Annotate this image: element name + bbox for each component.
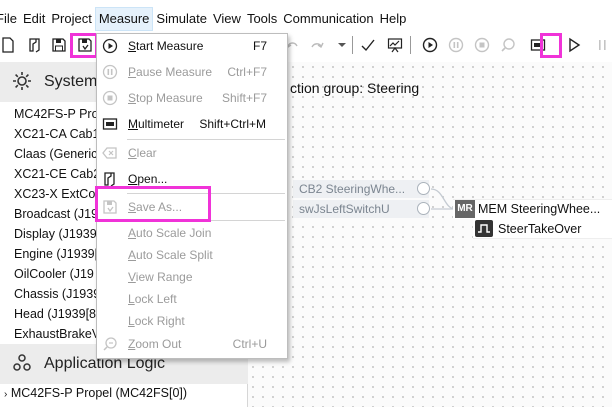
mem-node-label: MEM SteeringWhee... (478, 202, 601, 216)
menu-edit[interactable]: Edit (20, 7, 48, 31)
pause-icon[interactable] (592, 34, 612, 56)
canvas-title: ction group: Steering (290, 80, 420, 96)
start-measure-icon (102, 38, 118, 54)
menu-separator (127, 139, 285, 140)
new-file-icon[interactable] (0, 34, 19, 56)
menu-item-start-measure[interactable]: Start Measure F7 (97, 35, 287, 57)
menu-item-label: Stop Measure (128, 91, 203, 105)
device-item[interactable]: Chassis (J1939 (14, 284, 100, 304)
mr-badge: MR (455, 200, 475, 218)
menu-item-label: Clear (128, 146, 157, 160)
input-node[interactable]: CB2 SteeringWhe... (293, 180, 429, 198)
device-item[interactable]: XC21-CA Cab1 (14, 124, 99, 144)
device-item[interactable]: Display (J1939 (14, 224, 97, 244)
play-icon[interactable] (563, 34, 585, 56)
menu-item-label: Auto Scale Join (128, 226, 212, 240)
system-section-title: System (44, 73, 98, 90)
menu-item-pause-measure[interactable]: Pause Measure Ctrl+F7 (97, 61, 287, 83)
open-file-icon[interactable] (24, 34, 46, 56)
menu-item-clear[interactable]: Clear (97, 142, 287, 164)
input-node[interactable]: swJsLeftSwitchU (293, 200, 429, 218)
zoom-icon[interactable] (497, 34, 519, 56)
device-item[interactable]: Broadcast (J19 (14, 204, 98, 224)
menu-file[interactable]: File (0, 7, 20, 31)
device-item[interactable]: ExhaustBrakeV (14, 324, 100, 344)
toolbar-highlight-box-right (540, 33, 562, 58)
toolbar-separator (352, 36, 353, 54)
pause-measure-icon[interactable] (445, 34, 467, 56)
device-item[interactable]: Head (J1939[8 (14, 304, 96, 324)
menu-item-zoom-out[interactable]: Zoom Out Ctrl+U (97, 333, 287, 355)
pulse-signal-icon (475, 220, 493, 237)
menu-item-label: Lock Left (128, 292, 177, 306)
menu-item-multimeter[interactable]: Multimeter Shift+Ctrl+M (97, 113, 287, 135)
checkmark-icon[interactable] (357, 34, 379, 56)
application-logic-icon (13, 354, 31, 371)
clear-icon (102, 147, 117, 159)
dropdown-arrow-icon[interactable] (331, 34, 353, 56)
device-item[interactable]: MC42FS-P Pro (14, 104, 99, 124)
toolbar-highlight-box (70, 33, 98, 58)
open-icon (104, 172, 115, 187)
menu-item-label: Start Measure (128, 39, 204, 53)
device-item[interactable]: OilCooler (J19 (14, 264, 94, 284)
app-logic-item[interactable]: › MC42FS-P Propel (MC42FS[0]) (4, 383, 187, 403)
save-icon[interactable] (48, 34, 70, 56)
monitor-chart-icon[interactable] (384, 34, 406, 56)
menu-tools[interactable]: Tools (244, 7, 280, 31)
menu-item-stop-measure[interactable]: Stop Measure Shift+F7 (97, 87, 287, 109)
menu-item-label: Multimeter (128, 117, 185, 131)
menu-item-shortcut: Ctrl+U (232, 337, 267, 351)
tree-expander-icon[interactable]: › (4, 389, 7, 400)
menu-item-auto-scale-join[interactable]: Auto Scale Join (97, 222, 287, 244)
menu-item-label: Pause Measure (128, 65, 213, 79)
signal-node-label: SteerTakeOver (498, 222, 582, 236)
redo-icon[interactable] (306, 34, 328, 56)
save-as-highlight-box (95, 186, 211, 222)
menu-simulate[interactable]: Simulate (153, 7, 210, 31)
menu-item-label: Zoom Out (128, 337, 182, 351)
menubar: File Edit Project Measure Simulate View … (0, 0, 612, 33)
start-measure-icon[interactable] (419, 34, 441, 56)
system-gear-icon (13, 72, 31, 90)
menu-help[interactable]: Help (377, 7, 410, 31)
device-item[interactable]: XC23-X ExtCo (14, 184, 95, 204)
menu-item-view-range[interactable]: View Range (97, 266, 287, 288)
menu-item-auto-scale-split[interactable]: Auto Scale Split (97, 244, 287, 266)
menu-measure[interactable]: Measure (94, 6, 154, 31)
menu-item-lock-left[interactable]: Lock Left (97, 288, 287, 310)
zoom-out-icon (103, 337, 117, 351)
device-item[interactable]: Claas (Generic (14, 144, 97, 164)
pause-measure-icon (102, 64, 118, 80)
device-item[interactable]: XC21-CE Cab2 (14, 164, 100, 184)
toolbar-separator (410, 36, 411, 54)
menu-view[interactable]: View (210, 7, 244, 31)
stop-measure-icon[interactable] (471, 34, 493, 56)
menu-item-shortcut: Ctrl+F7 (227, 65, 267, 79)
menu-item-label: View Range (128, 270, 193, 284)
menu-item-shortcut: Shift+F7 (221, 91, 267, 105)
app-logic-item-label: MC42FS-P Propel (MC42FS[0]) (10, 386, 188, 400)
menu-item-shortcut: Shift+Ctrl+M (199, 117, 266, 131)
menu-item-label: Auto Scale Split (128, 248, 213, 262)
menu-item-lock-right[interactable]: Lock Right (97, 310, 287, 332)
toolbar (0, 33, 612, 58)
device-item[interactable]: Engine (J1939[ (14, 244, 98, 264)
stop-measure-icon (102, 90, 118, 106)
menu-communication[interactable]: Communication (280, 7, 376, 31)
menu-item-label: Lock Right (128, 314, 185, 328)
multimeter-icon (102, 118, 118, 130)
menu-project[interactable]: Project (48, 7, 94, 31)
menu-item-shortcut: F7 (252, 39, 267, 53)
